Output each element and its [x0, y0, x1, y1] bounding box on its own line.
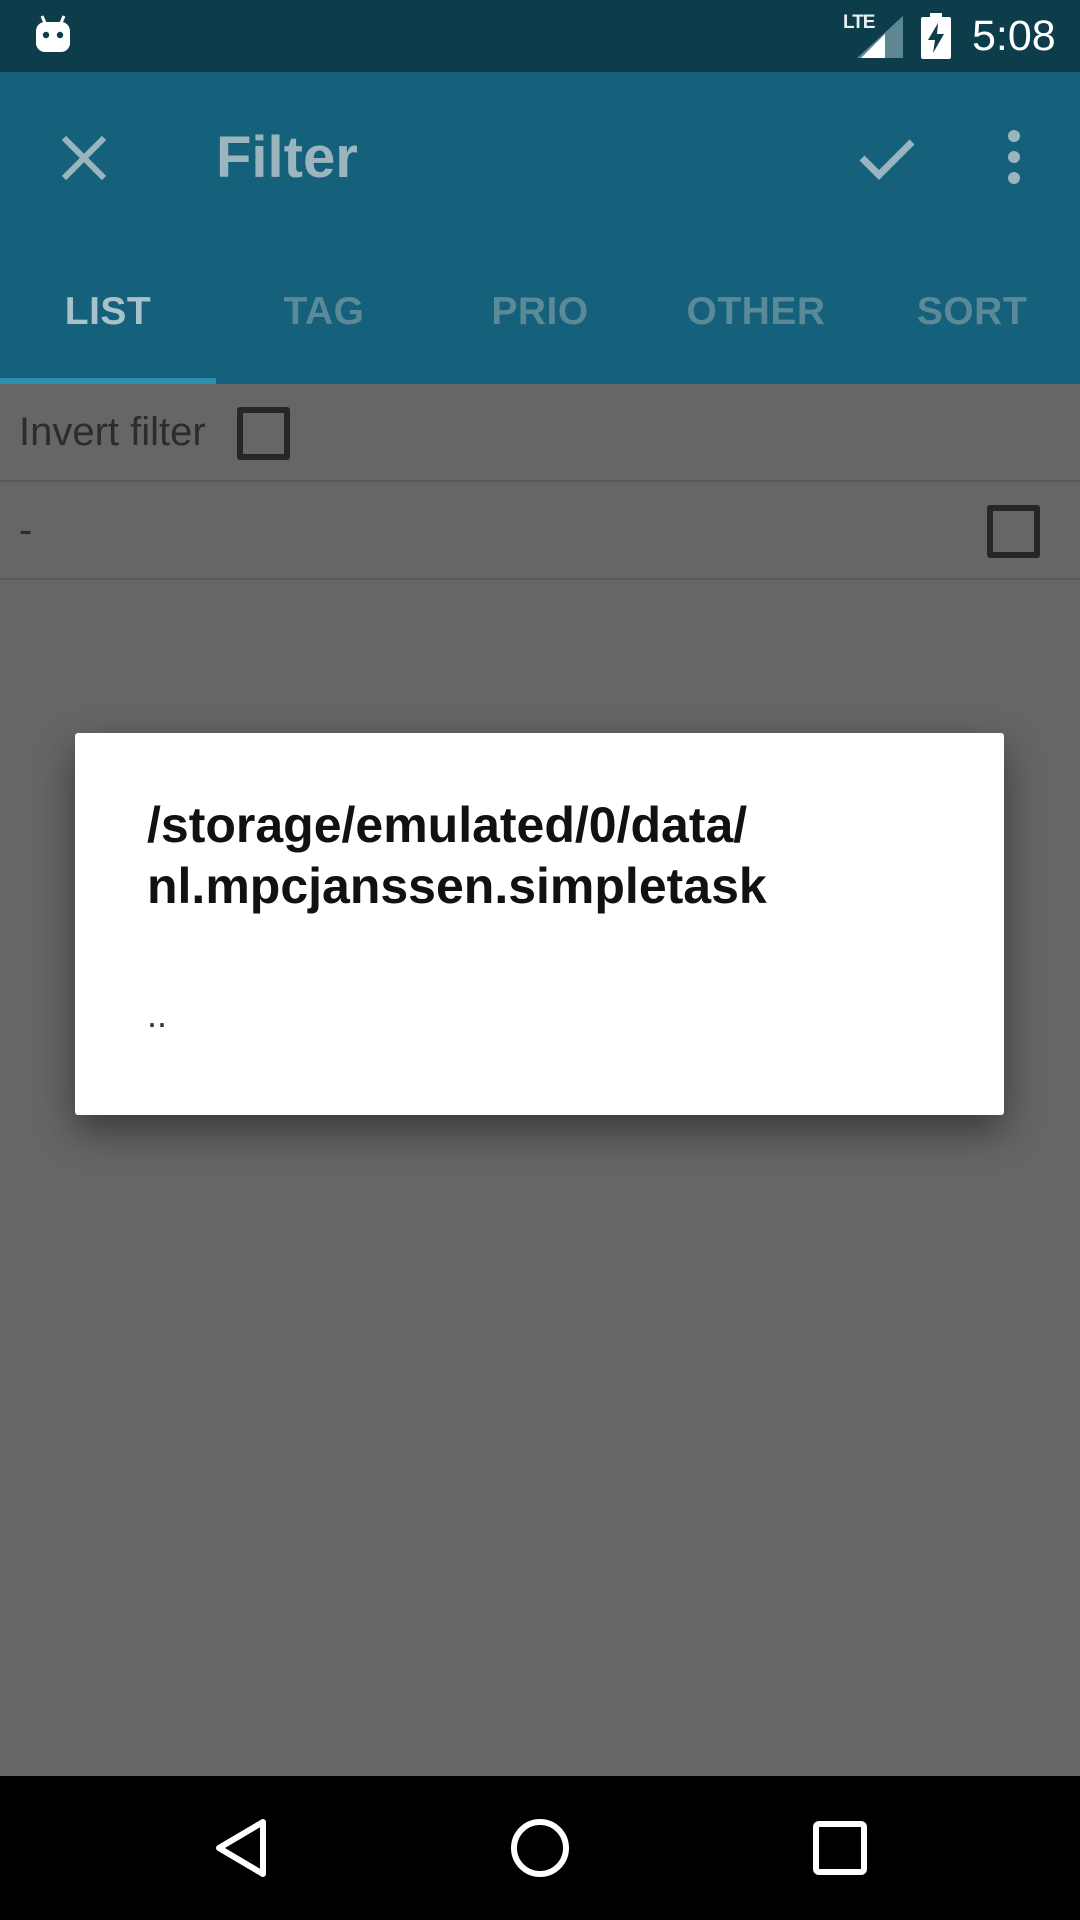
list-item-label: -	[19, 508, 33, 552]
home-icon[interactable]	[504, 1812, 576, 1884]
navigation-bar	[0, 1776, 1080, 1920]
recents-icon[interactable]	[804, 1812, 876, 1884]
folder-picker-dialog: /storage/emulated/0/data/ nl.mpcjanssen.…	[75, 733, 1004, 1115]
list-item[interactable]: -	[0, 482, 1080, 580]
lte-signal-icon: LTE	[843, 12, 903, 58]
invert-filter-checkbox[interactable]	[237, 407, 290, 460]
more-vert-icon[interactable]	[994, 122, 1034, 192]
tab-tag[interactable]: TAG	[216, 256, 432, 384]
close-icon[interactable]	[50, 124, 118, 192]
battery-charging-icon	[921, 13, 951, 59]
back-icon[interactable]	[205, 1812, 277, 1884]
status-bar: LTE 5:08	[0, 0, 1080, 72]
check-icon[interactable]	[852, 122, 922, 192]
tab-sort[interactable]: SORT	[864, 256, 1080, 384]
dialog-title-line: /storage/emulated/0/data/	[147, 797, 748, 853]
tab-prio[interactable]: PRIO	[432, 256, 648, 384]
tab-other[interactable]: OTHER	[648, 256, 864, 384]
invert-filter-label: Invert filter	[19, 410, 206, 454]
dialog-title-line: nl.mpcjanssen.simpletask	[147, 858, 767, 914]
app-bar: Filter LIST TAG PRIO OTHER SORT	[0, 72, 1080, 384]
status-time: 5:08	[972, 12, 1056, 60]
parent-folder-item[interactable]: ..	[147, 995, 167, 1035]
android-robot-icon	[36, 15, 70, 52]
dialog-title: /storage/emulated/0/data/ nl.mpcjanssen.…	[147, 795, 947, 917]
tab-bar: LIST TAG PRIO OTHER SORT	[0, 256, 1080, 384]
tab-list[interactable]: LIST	[0, 256, 216, 384]
page-title: Filter	[216, 125, 358, 190]
list-item-checkbox[interactable]	[987, 505, 1040, 558]
invert-filter-row: Invert filter	[0, 384, 1080, 482]
